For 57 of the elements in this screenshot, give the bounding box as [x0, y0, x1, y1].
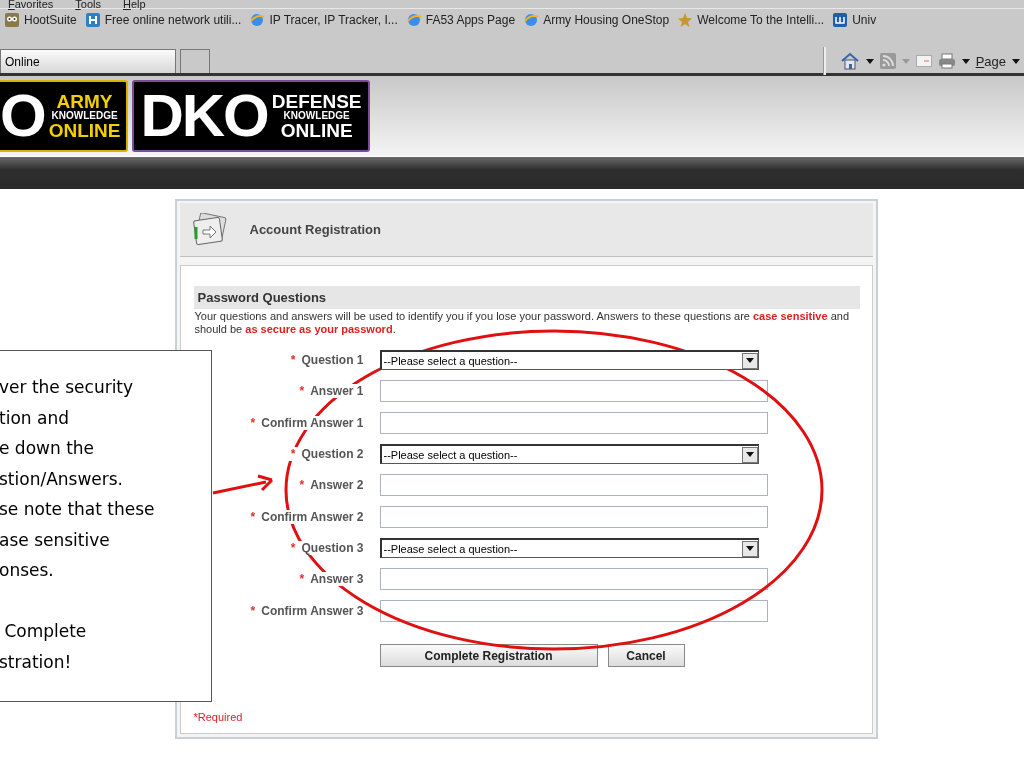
field-label: * Question 1: [288, 353, 364, 367]
favorites-link[interactable]: IP Tracer, IP Tracker, I...: [249, 12, 398, 28]
page-menu[interactable]: Page: [975, 53, 1006, 69]
new-tab[interactable]: [180, 49, 210, 73]
question-dropdown[interactable]: --Please select a question--: [379, 538, 759, 558]
globe-icon: [405, 12, 422, 28]
browser-tab[interactable]: Online: [0, 49, 176, 73]
globe-icon: [249, 12, 266, 28]
field-label: * Question 3: [288, 541, 364, 555]
caret-icon: [745, 358, 754, 363]
favorites-link[interactable]: HootSuite: [4, 12, 77, 28]
menu-item[interactable]: Tools: [75, 0, 101, 8]
home-icon[interactable]: [839, 52, 860, 70]
answer-field[interactable]: [379, 600, 768, 622]
favorites-link[interactable]: Free online network utili...: [84, 12, 242, 28]
answer-field[interactable]: [379, 506, 768, 528]
cancel-button[interactable]: Cancel: [607, 644, 685, 667]
field-label: * Answer 1: [297, 384, 364, 398]
field-label: * Answer 2: [297, 478, 364, 492]
caret-icon[interactable]: [961, 58, 970, 64]
star-icon: [677, 12, 694, 28]
field-label: * Answer 3: [297, 572, 364, 586]
field-label: * Confirm Answer 1: [248, 416, 364, 430]
field-label: * Confirm Answer 2: [248, 510, 364, 524]
favorites-link[interactable]: Welcome To the Intelli...: [677, 12, 825, 28]
documents-icon: [191, 212, 228, 247]
owl-icon: [4, 12, 20, 28]
section-description: Your questions and answers will be used to identify you if you lose your password. Answers to these questions are case sensitive and should be as secure as your password.: [193, 309, 850, 336]
h-logo-icon: [84, 12, 101, 28]
mail-icon[interactable]: [915, 55, 932, 67]
favorites-link[interactable]: FA53 Apps Page: [405, 12, 516, 28]
menu-item[interactable]: Favorites: [8, 0, 54, 8]
complete-registration-button[interactable]: Complete Registration: [379, 644, 598, 667]
answer-field[interactable]: [379, 474, 768, 496]
field-label: * Confirm Answer 3: [248, 604, 364, 618]
caret-icon: [745, 452, 754, 457]
favorites-link[interactable]: Army Housing OneStop: [523, 12, 670, 28]
caret-icon[interactable]: [865, 58, 874, 64]
section-title: Password Questions: [193, 286, 860, 309]
panel-title: Account Registration: [249, 222, 381, 237]
answer-field[interactable]: [379, 568, 768, 590]
field-label: * Question 2: [288, 447, 364, 461]
question-dropdown[interactable]: --Please select a question--: [379, 350, 759, 370]
caret-icon: [745, 546, 754, 551]
answer-field[interactable]: [379, 380, 768, 402]
answer-field[interactable]: [379, 412, 768, 434]
instruction-callout: ver the security tion and e down the stion/Answers. se note that these ase sensitive onses. Complete stration!: [0, 350, 212, 702]
favorites-link[interactable]: Univ: [832, 12, 877, 28]
menu-item[interactable]: Help: [122, 0, 146, 8]
printer-icon[interactable]: [937, 53, 956, 69]
caret-icon[interactable]: [1012, 58, 1020, 64]
umi-logo-icon: [832, 12, 849, 28]
feed-icon[interactable]: [879, 53, 896, 69]
globe-icon: [523, 12, 540, 28]
required-note: *Required: [193, 711, 244, 723]
question-dropdown[interactable]: --Please select a question--: [379, 444, 759, 464]
annotation-arrow: [212, 474, 274, 495]
